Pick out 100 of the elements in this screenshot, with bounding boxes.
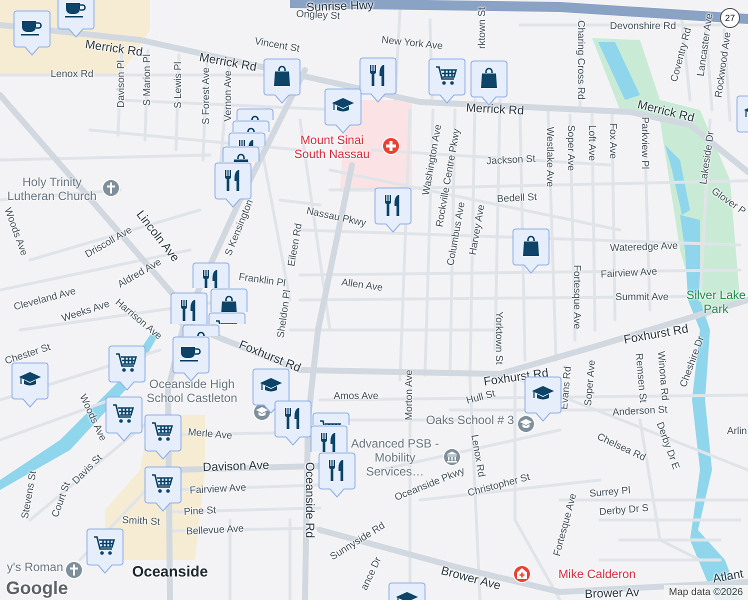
street-label: Anderson St bbox=[612, 406, 668, 418]
restaurant-marker[interactable] bbox=[359, 57, 397, 103]
cafe-marker[interactable] bbox=[57, 0, 95, 38]
place-label: Oceanside bbox=[131, 563, 209, 581]
graduation-cap-icon bbox=[332, 98, 354, 112]
place-label: Silver Lake Park bbox=[685, 289, 747, 317]
shopping-marker[interactable] bbox=[512, 228, 550, 274]
grocery-marker[interactable] bbox=[105, 396, 143, 442]
street-label: Summit Ave bbox=[615, 293, 669, 303]
shopping-bag-icon bbox=[197, 332, 205, 336]
shopping-bag-icon bbox=[481, 68, 497, 88]
grocery-marker[interactable] bbox=[108, 345, 146, 391]
place-label: Mount Sinai South Nassau bbox=[293, 134, 371, 162]
street-label: New York Ave bbox=[380, 36, 444, 52]
shopping-marker[interactable] bbox=[236, 108, 274, 120]
restaurant-marker[interactable] bbox=[192, 262, 230, 288]
street-label: Fox Ave bbox=[607, 123, 617, 159]
place-label: y's Roman bbox=[6, 561, 64, 575]
street-label: Davison Ave bbox=[202, 458, 270, 474]
grocery-marker[interactable] bbox=[144, 466, 182, 512]
graduation-cap-icon bbox=[260, 378, 282, 392]
restaurant-marker[interactable] bbox=[228, 132, 266, 146]
shopping-marker[interactable] bbox=[232, 120, 270, 132]
street-label: Westlake Ave bbox=[544, 126, 554, 188]
school-icon[interactable] bbox=[517, 415, 535, 433]
coffee-cup-icon bbox=[180, 347, 201, 362]
shopping-bag-icon bbox=[523, 236, 539, 256]
school-marker[interactable] bbox=[11, 362, 49, 408]
street-label: ance Dr bbox=[360, 556, 384, 592]
place-label: Mike Calderon bbox=[557, 568, 637, 582]
church-cross-icon[interactable] bbox=[65, 561, 83, 579]
street-label: Lenox Rd bbox=[50, 70, 94, 80]
place-label: Oaks School # 3 bbox=[425, 414, 515, 428]
street-label: Court St bbox=[51, 481, 73, 519]
street-label: Morton Ave bbox=[405, 370, 415, 420]
street-label: Chester St bbox=[4, 342, 52, 368]
street-label: Franklin Pl bbox=[238, 272, 286, 290]
street-label: Ongley St bbox=[296, 10, 340, 22]
street-label: Fairview Ave bbox=[600, 268, 658, 280]
street-label: Hull St bbox=[465, 389, 497, 407]
grocery-marker[interactable] bbox=[144, 414, 182, 460]
street-label: Bellevue Ave bbox=[186, 524, 244, 538]
restaurant-marker[interactable] bbox=[170, 292, 208, 324]
shopping-bag-icon bbox=[274, 66, 290, 86]
street-label: Rockwood Ave bbox=[714, 32, 734, 98]
place-label: Holy Trinity Lutheran Church bbox=[6, 176, 98, 204]
street-label: Brower Av bbox=[584, 586, 640, 600]
street-label: Yorktown St bbox=[493, 312, 503, 364]
street-label: Eileen Rd bbox=[287, 222, 305, 268]
grocery-marker[interactable] bbox=[86, 528, 124, 574]
street-label: Oceanside Rd bbox=[304, 462, 316, 538]
restaurant-marker[interactable] bbox=[310, 425, 348, 452]
street-label: Fairview Ave bbox=[190, 484, 246, 496]
street-label: Nassau Pkwy bbox=[305, 206, 367, 230]
street-label: Atlant bbox=[712, 567, 744, 585]
fork-knife-icon bbox=[385, 195, 400, 216]
street-label: Lakeside Dr bbox=[699, 130, 717, 186]
street-label: Allen Ave bbox=[340, 278, 384, 294]
coffee-cup-icon bbox=[21, 21, 42, 36]
street-label: Woods Ave bbox=[2, 206, 28, 258]
street-label: Sheldon Pl bbox=[276, 289, 294, 339]
shopping-marker[interactable] bbox=[222, 146, 260, 162]
medical-plus-icon[interactable] bbox=[513, 565, 531, 583]
grocery-marker[interactable] bbox=[312, 412, 350, 425]
street-label: S Lewis Pl bbox=[174, 62, 184, 108]
street-label: Loft Ave bbox=[586, 125, 596, 161]
street-label: Davison Pl bbox=[117, 60, 127, 108]
shopping-marker[interactable] bbox=[210, 288, 248, 312]
church-cross-icon[interactable] bbox=[102, 179, 120, 197]
street-label: Lancaster Ave bbox=[696, 13, 716, 77]
restaurant-marker[interactable] bbox=[374, 187, 412, 233]
street-label: Derby Dr E bbox=[654, 421, 680, 471]
grocery-marker[interactable] bbox=[428, 58, 466, 104]
bank-icon[interactable] bbox=[443, 448, 461, 466]
cafe-marker[interactable] bbox=[13, 10, 51, 56]
street-label: Soper Ave bbox=[565, 125, 575, 171]
street-label: Remsen St bbox=[632, 352, 648, 404]
street-label: Vincent St bbox=[254, 37, 300, 55]
fork-knife-icon bbox=[321, 433, 336, 452]
restaurant-marker[interactable] bbox=[274, 400, 312, 446]
shopping-marker[interactable] bbox=[182, 324, 220, 336]
street-label: Winona Rd bbox=[654, 350, 670, 402]
street-label: Soper Ave bbox=[584, 360, 598, 406]
hospital-icon[interactable] bbox=[382, 137, 400, 155]
school-marker[interactable] bbox=[324, 88, 362, 134]
shopping-bag-icon bbox=[233, 154, 249, 162]
place-label: Advanced PSB - Mobility Services… bbox=[350, 437, 440, 478]
fork-knife-icon bbox=[285, 408, 300, 429]
street-label: Parkview Pl bbox=[639, 116, 649, 170]
street-label: Lenox Rd bbox=[468, 434, 486, 478]
street-label: Columbus Ave bbox=[446, 201, 468, 267]
place-label: Oceanside High School Castleton bbox=[146, 378, 238, 406]
fork-knife-icon bbox=[370, 65, 384, 86]
street-label: Harvey Ave bbox=[468, 204, 488, 256]
street-label: Weeks Ave bbox=[60, 300, 112, 324]
street-label: Jackson St bbox=[486, 154, 536, 168]
grocery-marker[interactable] bbox=[208, 312, 246, 324]
street-label: Derby Dr S bbox=[598, 504, 650, 518]
shopping-marker[interactable] bbox=[263, 58, 301, 104]
restaurant-marker[interactable] bbox=[318, 452, 356, 498]
